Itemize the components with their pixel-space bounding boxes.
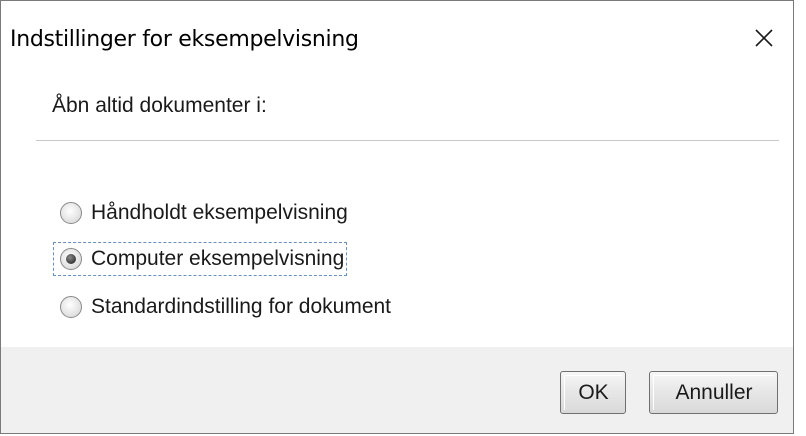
- options-heading: Åbn altid dokumenter i:: [52, 94, 267, 117]
- cancel-button[interactable]: Annuller: [649, 371, 778, 414]
- radio-handheld-preview[interactable]: Håndholdt eksempelvisning: [60, 197, 348, 229]
- cancel-button-label: Annuller: [653, 375, 774, 410]
- radio-selected-dot: [66, 254, 76, 264]
- radio-computer-preview[interactable]: Computer eksempelvisning: [52, 242, 348, 276]
- button-bar: OK Annuller: [1, 347, 793, 433]
- ok-button[interactable]: OK: [560, 371, 626, 414]
- radio-button-checked[interactable]: [60, 248, 82, 270]
- radio-label: Standardindstilling for dokument: [91, 295, 392, 318]
- dialog-content: Åbn altid dokumenter i: Håndholdt eksemp…: [1, 81, 793, 347]
- close-icon: [755, 29, 773, 47]
- radio-document-default[interactable]: Standardindstilling for dokument: [60, 291, 391, 323]
- separator: [36, 140, 779, 141]
- dialog-title: Indstillinger for eksempelvisning: [10, 27, 359, 52]
- radio-button-unchecked[interactable]: [60, 296, 82, 318]
- close-button[interactable]: [749, 23, 779, 53]
- radio-button-unchecked[interactable]: [60, 202, 82, 224]
- title-bar: Indstillinger for eksempelvisning: [1, 1, 793, 81]
- preview-settings-dialog: Indstillinger for eksempelvisning Åbn al…: [0, 0, 794, 434]
- radio-label: Håndholdt eksempelvisning: [91, 201, 348, 224]
- ok-button-label: OK: [564, 375, 622, 410]
- radio-label: Computer eksempelvisning: [91, 247, 345, 270]
